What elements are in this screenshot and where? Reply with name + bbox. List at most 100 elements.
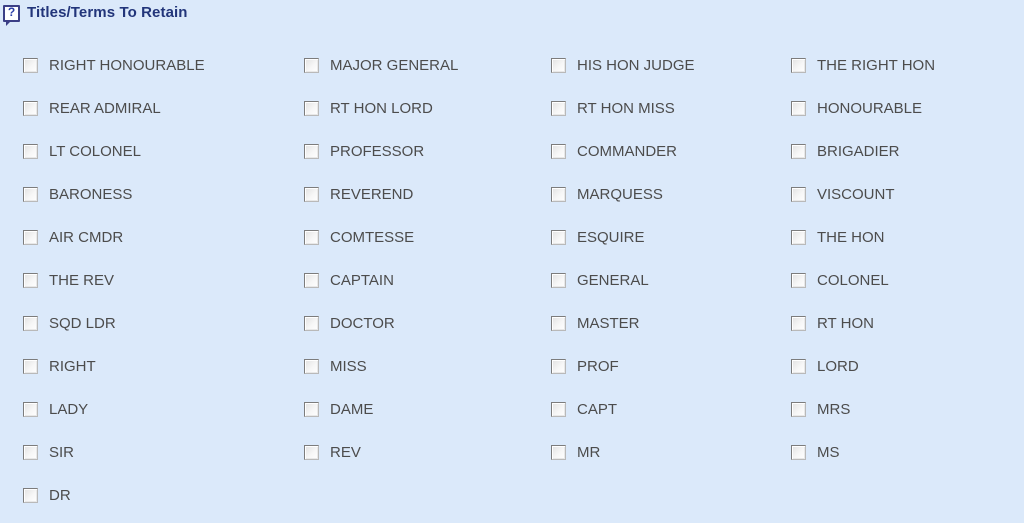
checkbox-option-comtesse[interactable]: COMTESSE [304,225,414,249]
checkbox-input[interactable] [791,315,806,331]
checkbox-option-master[interactable]: MASTER [551,311,640,335]
checkbox-option-doctor[interactable]: DOCTOR [304,311,395,335]
checkbox-option-reverend[interactable]: REVEREND [304,182,413,206]
checkbox-option-rt-hon[interactable]: RT HON [791,311,874,335]
checkbox-option-dr[interactable]: DR [23,483,71,507]
checkbox-row: SIR REV MR MS [0,435,1024,478]
checkbox-option-dame[interactable]: DAME [304,397,373,421]
checkbox-input[interactable] [23,100,38,116]
checkbox-input[interactable] [304,186,319,202]
checkbox-input[interactable] [23,487,38,503]
checkbox-label: DOCTOR [330,314,395,332]
checkbox-label: COLONEL [817,271,889,289]
checkbox-input[interactable] [304,401,319,417]
checkbox-row: RIGHT MISS PROF LORD [0,349,1024,392]
checkbox-input[interactable] [23,358,38,374]
checkbox-option-major-general[interactable]: MAJOR GENERAL [304,53,458,77]
checkbox-input[interactable] [23,444,38,460]
checkbox-input[interactable] [304,358,319,374]
checkbox-input[interactable] [23,401,38,417]
checkbox-label: CAPT [577,400,618,418]
checkbox-option-baroness[interactable]: BARONESS [23,182,132,206]
titles-terms-panel: ? Titles/Terms To Retain RIGHT HONOURABL… [0,0,1024,523]
checkbox-input[interactable] [23,229,38,245]
checkbox-input[interactable] [304,229,319,245]
checkbox-option-captain[interactable]: CAPTAIN [304,268,394,292]
checkbox-input[interactable] [23,57,38,73]
help-question-icon[interactable]: ? [3,5,20,26]
checkbox-option-esquire[interactable]: ESQUIRE [551,225,645,249]
checkbox-row: RIGHT HONOURABLE MAJOR GENERAL HIS HON JUD… [0,48,1024,91]
checkbox-input[interactable] [791,143,806,159]
checkbox-input[interactable] [791,186,806,202]
checkbox-label: RT HON [817,314,874,332]
checkbox-input[interactable] [551,186,566,202]
checkbox-option-professor[interactable]: PROFESSOR [304,139,424,163]
checkbox-option-air-cmdr[interactable]: AIR CMDR [23,225,123,249]
checkbox-input[interactable] [551,229,566,245]
checkbox-input[interactable] [304,57,319,73]
checkbox-option-the-right-hon[interactable]: THE RIGHT HON [791,53,935,77]
checkbox-option-his-hon-judge[interactable]: HIS HON JUDGE [551,53,695,77]
checkbox-input[interactable] [791,272,806,288]
checkbox-input[interactable] [23,315,38,331]
checkbox-input[interactable] [551,358,566,374]
checkbox-input[interactable] [304,272,319,288]
checkbox-option-rt-hon-miss[interactable]: RT HON MISS [551,96,675,120]
checkbox-option-rev[interactable]: REV [304,440,361,464]
checkbox-option-sqd-ldr[interactable]: SQD LDR [23,311,116,335]
checkbox-option-mr[interactable]: MR [551,440,600,464]
checkbox-input[interactable] [551,100,566,116]
checkbox-input[interactable] [304,444,319,460]
checkbox-input[interactable] [551,315,566,331]
checkbox-option-brigadier[interactable]: BRIGADIER [791,139,900,163]
checkbox-option-general[interactable]: GENERAL [551,268,649,292]
checkbox-label: AIR CMDR [49,228,124,246]
checkbox-option-honourable[interactable]: HONOURABLE [791,96,922,120]
checkbox-option-rear-admiral[interactable]: REAR ADMIRAL [23,96,161,120]
checkbox-option-colonel[interactable]: COLONEL [791,268,889,292]
checkbox-input[interactable] [551,444,566,460]
checkbox-input[interactable] [791,444,806,460]
checkbox-input[interactable] [304,315,319,331]
checkbox-input[interactable] [551,401,566,417]
checkbox-option-mrs[interactable]: MRS [791,397,850,421]
checkbox-option-capt[interactable]: CAPT [551,397,617,421]
checkbox-input[interactable] [551,272,566,288]
checkbox-row: DR [0,478,1024,521]
checkbox-option-lt-colonel[interactable]: LT COLONEL [23,139,141,163]
checkbox-input[interactable] [791,57,806,73]
checkbox-label: HONOURABLE [817,99,923,117]
checkbox-input[interactable] [23,272,38,288]
checkbox-label: LADY [49,400,89,418]
checkbox-option-miss[interactable]: MISS [304,354,367,378]
checkbox-option-the-hon[interactable]: THE HON [791,225,885,249]
checkbox-input[interactable] [304,100,319,116]
checkbox-option-lord[interactable]: LORD [791,354,859,378]
checkbox-input[interactable] [791,100,806,116]
checkbox-option-commander[interactable]: COMMANDER [551,139,677,163]
checkbox-input[interactable] [304,143,319,159]
checkbox-option-viscount[interactable]: VISCOUNT [791,182,895,206]
checkbox-input[interactable] [551,143,566,159]
checkbox-option-marquess[interactable]: MARQUESS [551,182,663,206]
checkbox-option-ms[interactable]: MS [791,440,840,464]
checkbox-option-lady[interactable]: LADY [23,397,88,421]
checkbox-option-right[interactable]: RIGHT [23,354,96,378]
checkbox-input[interactable] [23,186,38,202]
checkbox-label: REV [330,443,361,461]
checkbox-label: REAR ADMIRAL [49,99,161,117]
checkbox-option-right-honourable[interactable]: RIGHT HONOURABLE [23,53,205,77]
checkbox-label: THE RIGHT HON [817,56,936,74]
checkbox-option-the-rev[interactable]: THE REV [23,268,114,292]
checkbox-input[interactable] [791,401,806,417]
checkbox-input[interactable] [551,57,566,73]
checkbox-input[interactable] [791,229,806,245]
checkbox-input[interactable] [791,358,806,374]
checkbox-option-prof[interactable]: PROF [551,354,619,378]
checkbox-label: DAME [330,400,374,418]
checkbox-option-rt-hon-lord[interactable]: RT HON LORD [304,96,433,120]
checkbox-input[interactable] [23,143,38,159]
checkbox-option-sir[interactable]: SIR [23,440,74,464]
checkbox-row: LADY DAME CAPT MRS [0,392,1024,435]
